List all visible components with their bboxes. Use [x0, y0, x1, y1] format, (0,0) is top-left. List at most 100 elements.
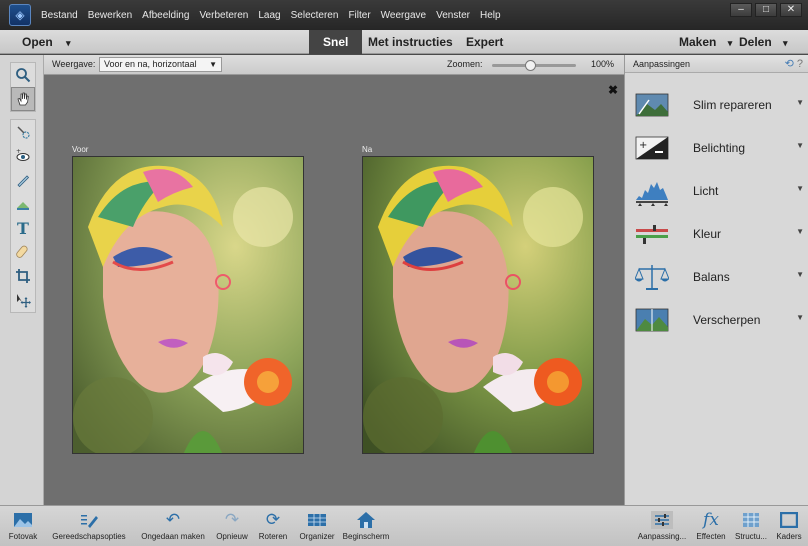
- bottom-label: Organizer: [299, 532, 335, 541]
- app-logo-icon[interactable]: ◈: [9, 4, 31, 26]
- photo-bin-button[interactable]: Fotovak: [4, 508, 42, 541]
- adjustments-icon: [636, 508, 688, 532]
- chevron-down-icon: ▼: [796, 270, 804, 279]
- reset-icon[interactable]: ⟲: [785, 58, 794, 70]
- redo-icon: ↷: [224, 510, 240, 529]
- chevron-down-icon: ▼: [796, 313, 804, 322]
- adjustment-color[interactable]: Kleur ▼: [625, 213, 808, 256]
- smart-fix-icon: [635, 93, 669, 117]
- menu-help[interactable]: Help: [480, 10, 501, 21]
- tool-options-icon: [44, 508, 134, 532]
- straighten-tool-icon[interactable]: [11, 192, 35, 216]
- chevron-down-icon: ▼: [796, 227, 804, 236]
- help-icon[interactable]: ?: [797, 58, 803, 70]
- panel-title: Aanpassingen: [633, 59, 691, 69]
- hand-tool-icon[interactable]: [11, 87, 35, 111]
- spot-healing-tool-icon[interactable]: [11, 240, 35, 264]
- tab-quick[interactable]: Snel: [309, 30, 363, 54]
- zoom-slider-knob[interactable]: [525, 60, 536, 71]
- frames-button[interactable]: Kaders: [772, 508, 806, 541]
- adjustment-label: Kleur: [693, 227, 722, 241]
- bottom-label: Ongedaan maken: [141, 532, 205, 541]
- organizer-button[interactable]: Organizer: [294, 508, 340, 541]
- adjustment-balance[interactable]: Balans ▼: [625, 256, 808, 299]
- panel-header-icons: ⟲ ?: [785, 57, 803, 70]
- bottom-label: Kaders: [776, 532, 802, 541]
- adjustment-label: Belichting: [693, 141, 746, 155]
- bottom-label: Structu...: [734, 532, 767, 541]
- rotate-button[interactable]: ⟳ Roteren: [254, 508, 292, 541]
- menu-bestand[interactable]: Bestand: [41, 10, 78, 21]
- move-tool-icon[interactable]: [11, 288, 35, 312]
- adjustment-label: Verscherpen: [693, 313, 761, 327]
- zoom-tool-icon[interactable]: [11, 63, 35, 87]
- share-button[interactable]: Delen ▾: [739, 35, 788, 49]
- adjustment-exposure[interactable]: + Belichting ▼: [625, 127, 808, 170]
- bottom-label: Aanpassing...: [637, 532, 687, 541]
- zoom-label: Zoomen:: [447, 59, 483, 69]
- redo-button[interactable]: ↷ Opnieuw: [212, 508, 252, 541]
- chevron-down-icon: ▼: [796, 184, 804, 193]
- bottom-label: Beginscherm: [342, 532, 390, 541]
- chevron-down-icon: ▼: [796, 141, 804, 150]
- tab-expert[interactable]: Expert: [466, 30, 503, 54]
- maximize-button[interactable]: □: [755, 3, 777, 17]
- zoom-value: 100%: [591, 59, 615, 69]
- before-photo[interactable]: [72, 156, 304, 454]
- adjustment-label: Balans: [693, 270, 730, 284]
- adjustment-smart-fix[interactable]: Slim repareren ▼: [625, 84, 808, 127]
- menu-filter[interactable]: Filter: [348, 10, 370, 21]
- menu-verbeteren[interactable]: Verbeteren: [199, 10, 248, 21]
- window-controls: – □ ✕: [730, 3, 802, 17]
- panel-header: Aanpassingen ⟲ ?: [625, 55, 808, 73]
- rotate-icon: ⟳: [265, 510, 281, 529]
- bottom-label: Gereedschapsopties: [52, 532, 126, 541]
- share-label: Delen: [739, 35, 772, 49]
- minimize-button[interactable]: –: [730, 3, 752, 17]
- open-label: Open: [22, 35, 53, 49]
- adjustments-button[interactable]: Aanpassing...: [636, 508, 688, 541]
- menu-bar: ◈ Bestand Bewerken Afbeelding Verbeteren…: [0, 0, 808, 30]
- balance-scale-icon: [635, 265, 669, 290]
- type-tool-icon[interactable]: T: [11, 216, 35, 240]
- adjustment-lighting[interactable]: Licht ▼: [625, 170, 808, 213]
- create-label: Maken: [679, 35, 717, 49]
- textures-button[interactable]: Structu...: [732, 508, 770, 541]
- home-screen-button[interactable]: Beginscherm: [342, 508, 390, 541]
- undo-button[interactable]: ↶ Ongedaan maken: [136, 508, 210, 541]
- menu-venster[interactable]: Venster: [436, 10, 470, 21]
- frames-icon: [772, 508, 806, 532]
- menu-afbeelding[interactable]: Afbeelding: [142, 10, 189, 21]
- red-eye-tool-icon[interactable]: +: [11, 144, 35, 168]
- tab-guided[interactable]: Met instructies: [368, 30, 453, 54]
- whiten-teeth-tool-icon[interactable]: [11, 168, 35, 192]
- menu-weergave[interactable]: Weergave: [381, 10, 426, 21]
- sharpen-icon: [635, 308, 669, 332]
- close-preview-icon[interactable]: ✖: [608, 83, 618, 97]
- adjustment-sharpen[interactable]: Verscherpen ▼: [625, 299, 808, 342]
- bottom-label: Fotovak: [8, 532, 38, 541]
- mode-bar: Open ▾ Snel Met instructies Expert Maken…: [0, 30, 808, 54]
- tool-panel: + T: [0, 55, 44, 505]
- menu-bewerken[interactable]: Bewerken: [88, 10, 132, 21]
- after-photo[interactable]: [362, 156, 594, 454]
- quick-select-tool-icon[interactable]: [11, 120, 35, 144]
- effects-button[interactable]: fx Effecten: [692, 508, 730, 541]
- organizer-icon: [294, 508, 340, 532]
- photo-bin-icon: [4, 508, 42, 532]
- color-slider-icon: [636, 225, 668, 244]
- tool-options-button[interactable]: Gereedschapsopties: [44, 508, 134, 541]
- open-button[interactable]: Open ▾: [22, 35, 71, 49]
- menu-selecteren[interactable]: Selecteren: [291, 10, 339, 21]
- close-window-button[interactable]: ✕: [780, 3, 802, 17]
- chevron-down-icon: ▼: [796, 98, 804, 107]
- menu-laag[interactable]: Laag: [258, 10, 280, 21]
- zoom-slider[interactable]: [492, 60, 576, 71]
- adjustments-panel: Aanpassingen ⟲ ? Slim repareren ▼ + Beli…: [624, 55, 808, 505]
- adjustment-label: Licht: [693, 184, 719, 198]
- canvas-area: Weergave: Voor en na, horizontaal ▼ Zoom…: [44, 55, 624, 505]
- view-mode-select[interactable]: Voor en na, horizontaal ▼: [99, 57, 222, 72]
- svg-text:+: +: [16, 148, 21, 155]
- crop-tool-icon[interactable]: [11, 264, 35, 288]
- create-button[interactable]: Maken ▾: [679, 35, 732, 49]
